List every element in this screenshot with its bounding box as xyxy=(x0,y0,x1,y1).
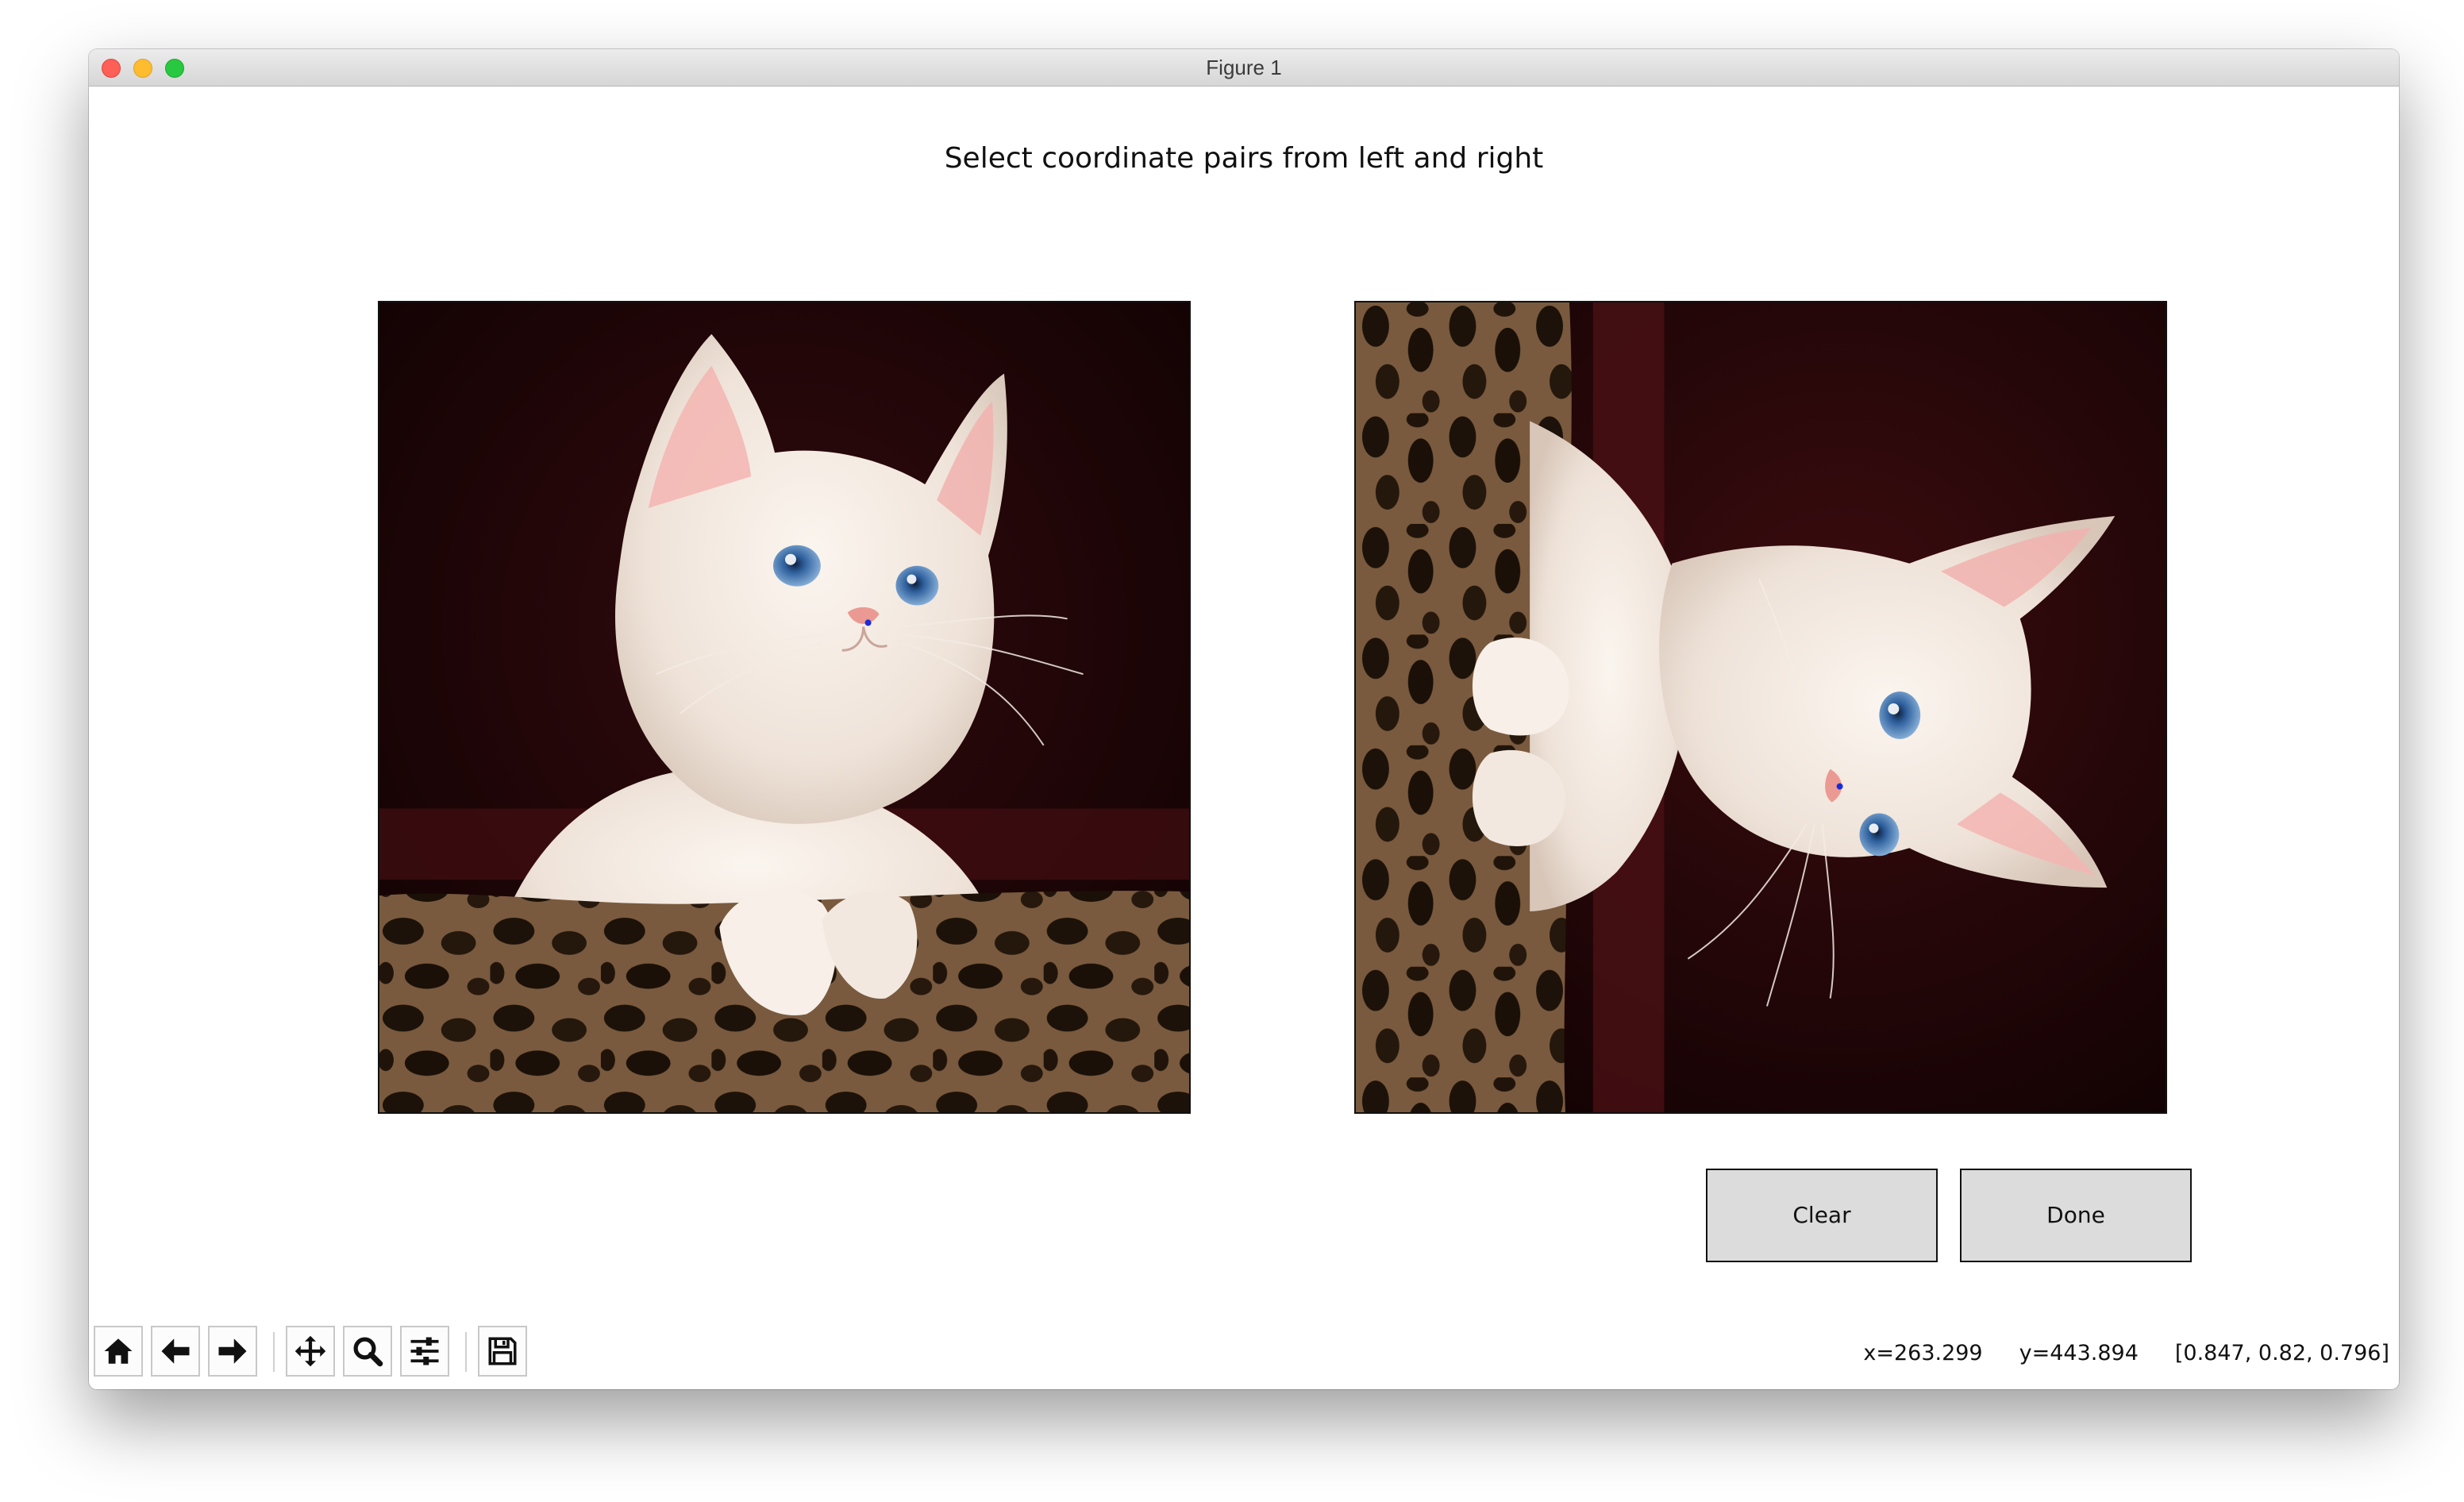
back-arrow-icon xyxy=(161,1338,190,1364)
figure-window: Figure 1 Select coordinate pairs from le… xyxy=(89,49,2399,1389)
home-icon xyxy=(104,1338,133,1364)
toolbar-separator xyxy=(465,1332,467,1372)
kitten-rotated-image[interactable] xyxy=(1356,302,2166,1112)
window-title: Figure 1 xyxy=(1206,56,1282,79)
status-y: y=443.894 xyxy=(2019,1341,2139,1365)
save-icon xyxy=(488,1337,517,1365)
back-button[interactable] xyxy=(151,1326,200,1377)
home-button[interactable] xyxy=(94,1326,143,1377)
status-rgb: [0.847, 0.82, 0.796] xyxy=(2174,1341,2389,1365)
configure-subplots-button[interactable] xyxy=(400,1326,449,1377)
window-titlebar[interactable]: Figure 1 xyxy=(89,49,2399,87)
toolbar-separator xyxy=(273,1332,275,1372)
done-button[interactable]: Done xyxy=(1960,1169,2192,1262)
figure-canvas[interactable]: Select coordinate pairs from left and ri… xyxy=(89,87,2399,1389)
clear-button[interactable]: Clear xyxy=(1706,1169,1938,1262)
status-x: x=263.299 xyxy=(1863,1341,1983,1365)
forward-button[interactable] xyxy=(208,1326,257,1377)
kitten-upright-image[interactable] xyxy=(379,302,1189,1112)
cursor-status: x=263.299 y=443.894 [0.847, 0.82, 0.796] xyxy=(1827,1341,2389,1365)
left-image-axes[interactable] xyxy=(378,301,1191,1114)
zoom-icon xyxy=(353,1337,383,1367)
forward-arrow-icon xyxy=(218,1338,247,1364)
save-button[interactable] xyxy=(478,1326,527,1377)
pan-icon xyxy=(295,1335,326,1367)
figure-suptitle: Select coordinate pairs from left and ri… xyxy=(944,142,1544,175)
right-image-axes[interactable] xyxy=(1354,301,2167,1114)
zoom-button[interactable] xyxy=(343,1326,392,1377)
configure-subplots-icon xyxy=(410,1337,439,1365)
pan-button[interactable] xyxy=(286,1326,335,1377)
